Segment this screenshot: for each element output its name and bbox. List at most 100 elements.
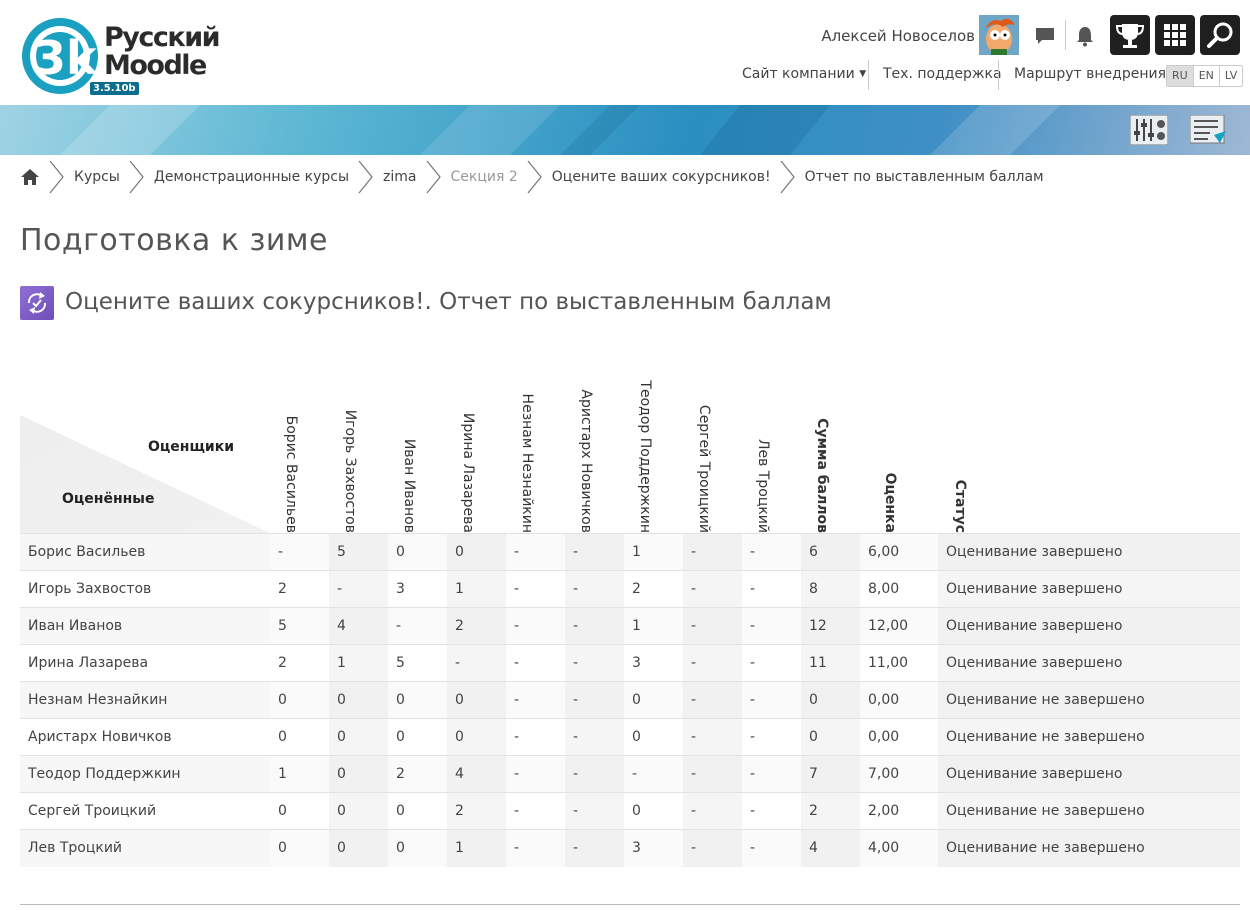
score-cell: 0 [396,692,405,708]
footer-divider [20,904,1240,905]
sum-cell: 0 [809,729,818,745]
score-cell: 0 [337,840,346,856]
score-cell: 1 [455,840,464,856]
caret-down-icon: ▼ [859,69,867,79]
score-cell: 0 [632,803,641,819]
grade-cell: 8,00 [868,581,900,597]
block-settings-icon[interactable] [1130,115,1168,145]
score-cell: 1 [455,581,464,597]
score-cell: - [750,840,756,856]
score-cell: - [750,729,756,745]
score-cell: 5 [396,655,405,671]
column-header-label: Статус [952,479,968,533]
score-cell: - [691,803,697,819]
chevron-right-icon [527,160,542,194]
apps-grid-button[interactable] [1155,15,1195,55]
score-cell: 4 [337,618,346,634]
breadcrumb-item-zima[interactable]: zima [349,160,417,194]
column-header: Ирина Лазарева [447,345,506,533]
search-button[interactable] [1200,15,1240,55]
score-cell: 3 [632,655,641,671]
user-name[interactable]: Алексей Новоселов [821,27,975,45]
bell-icon[interactable] [1075,25,1095,47]
student-name[interactable]: Борис Васильев [28,534,145,571]
score-cell: 0 [278,729,287,745]
table-row: Аристарх Новичков 0 0 0 0 - - 0 - - 0 0,00 Оценивани… [20,718,1240,756]
column-header-label: Аристарх Новичков [578,389,594,533]
sum-cell: 6 [809,544,818,560]
score-cell: - [573,840,579,856]
score-cell: 1 [632,618,641,634]
trophy-button[interactable] [1110,15,1150,55]
breadcrumb-item-courses[interactable]: Курсы [40,160,120,194]
message-icon[interactable] [1035,26,1055,46]
lang-lv[interactable]: LV [1218,66,1242,86]
score-cell: - [750,766,756,782]
student-name[interactable]: Сергей Троицкий [28,793,156,830]
student-name[interactable]: Иван Иванов [28,608,122,645]
breadcrumb-item-activity[interactable]: Оцените ваших сокурсников! [518,160,771,194]
student-name[interactable]: Игорь Захвостов [28,571,151,608]
column-header: Статус [938,345,1240,533]
score-cell: - [278,544,284,560]
table-row: Борис Васильев - 5 0 0 - - 1 - - 6 6,00 Оценивание з… [20,533,1240,571]
activity-title: Оцените ваших сокурсников!. Отчет по выс… [65,289,832,315]
svg-text:3k: 3k [34,31,98,85]
table-row: Сергей Троицкий 0 0 0 2 - - 0 - - 2 2,00 Оценивание … [20,792,1240,830]
grid-icon [1164,24,1186,46]
sum-cell: 0 [809,692,818,708]
avatar[interactable] [979,15,1019,55]
status-cell: Оценивание завершено [946,766,1123,782]
student-name[interactable]: Теодор Поддержкин [28,756,181,793]
column-header: Лев Троцкий [742,345,801,533]
table-row: Теодор Поддержкин 1 0 2 4 - - - - - 7 7,00 Оценивани… [20,755,1240,793]
peer-assessment-icon [20,286,54,320]
language-switcher: RU EN LV [1166,65,1244,87]
site-logo[interactable]: 3k Русский Moodle 3.5.10b [20,14,230,98]
score-cell: 0 [632,729,641,745]
nav-implementation-route[interactable]: Маршрут внедрения [1014,66,1166,82]
student-name[interactable]: Лев Троцкий [28,830,122,867]
site-header: 3k Русский Moodle 3.5.10b Алексей Новосе… [0,0,1250,105]
lang-en[interactable]: EN [1192,66,1219,86]
chevron-right-icon [358,160,373,194]
score-cell: - [750,803,756,819]
student-name[interactable]: Аристарх Новичков [28,719,172,756]
grade-cell: 11,00 [868,655,909,671]
breadcrumb-item-report[interactable]: Отчет по выставленным баллам [771,160,1044,194]
score-cell: 2 [396,766,405,782]
lang-ru[interactable]: RU [1167,66,1193,86]
nav-company-site-label: Сайт компании [742,66,855,82]
column-header-label: Лев Троцкий [755,438,771,533]
table-row: Незнам Незнайкин 0 0 0 0 - - 0 - - 0 0,00 Оценивание… [20,681,1240,719]
student-name[interactable]: Незнам Незнайкин [28,682,167,719]
block-reports-icon[interactable] [1190,115,1228,145]
column-header-label: Игорь Захвостов [342,409,358,533]
nav-company-site[interactable]: Сайт компании ▼ [742,66,866,82]
score-cell: - [573,655,579,671]
score-cell: - [632,766,638,782]
breadcrumb-item-demo-courses[interactable]: Демонстрационные курсы [120,160,349,194]
score-cell: 2 [278,581,287,597]
score-cell: - [573,766,579,782]
column-header-label: Иван Иванов [401,438,417,533]
score-cell: - [691,618,697,634]
score-cell: 0 [396,803,405,819]
breadcrumb-label: zima [383,169,417,185]
nav-support[interactable]: Тех. поддержка [883,66,1002,82]
avatar-image [979,15,1019,55]
score-cell: - [573,729,579,745]
breadcrumb-label: Демонстрационные курсы [153,169,350,185]
status-cell: Оценивание не завершено [946,803,1145,819]
student-name[interactable]: Ирина Лазарева [28,645,148,682]
score-cell: 2 [278,655,287,671]
score-cell: - [514,544,520,560]
home-icon[interactable] [20,168,40,186]
score-cell: 0 [278,803,287,819]
score-cell: 0 [455,729,464,745]
breadcrumb-item-section[interactable]: Секция 2 [417,160,518,194]
table-row: Иван Иванов 5 4 - 2 - - 1 - - 12 12,00 Оценивание за… [20,607,1240,645]
score-cell: - [691,692,697,708]
score-cell: - [750,544,756,560]
divider [1065,20,1066,50]
